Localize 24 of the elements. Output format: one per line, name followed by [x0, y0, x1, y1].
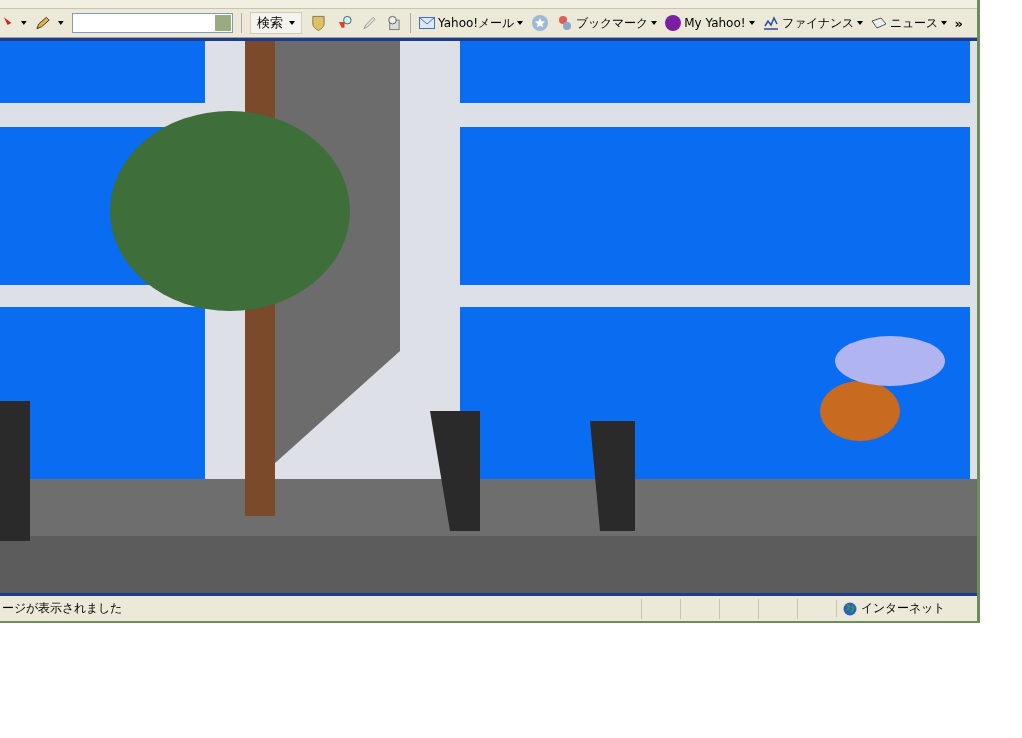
caret-icon[interactable] [856, 21, 863, 25]
caret-icon[interactable] [940, 21, 947, 25]
toolbar-link[interactable]: ブックマーク [557, 14, 658, 32]
toolbar-link[interactable]: ファイナンス [762, 14, 863, 32]
pencil-icon[interactable] [34, 15, 50, 31]
caret-icon[interactable] [21, 21, 27, 25]
caret-icon[interactable] [517, 21, 524, 25]
magnifier-icon[interactable] [385, 14, 403, 32]
toolbar-link[interactable]: My Yahoo! [665, 15, 755, 31]
caret-icon[interactable] [651, 21, 658, 25]
globe-icon [843, 601, 857, 616]
chart-icon [762, 16, 779, 30]
caret-icon[interactable] [748, 21, 755, 25]
caret-icon[interactable] [289, 21, 296, 25]
search-button[interactable]: 検索 [250, 12, 303, 34]
overflow-chevron[interactable]: » [954, 15, 963, 31]
bookmark-icon [557, 15, 574, 31]
zone-label: インターネット [861, 600, 945, 617]
caret-icon[interactable] [57, 21, 64, 25]
status-message: ージが表示されました [1, 600, 123, 617]
toolbar-link[interactable]: Yahoo!メール [419, 14, 524, 32]
envelope-icon [419, 17, 436, 29]
search-field[interactable] [71, 13, 234, 33]
toolbar-link[interactable]: ニュース [870, 14, 947, 32]
